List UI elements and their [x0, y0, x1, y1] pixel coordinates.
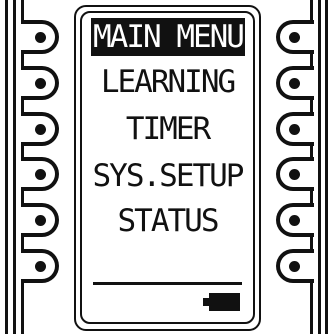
left-soft-key-2[interactable] — [21, 66, 59, 100]
left-soft-key-5[interactable] — [21, 203, 59, 237]
soft-key-dot-icon — [289, 215, 300, 226]
right-soft-key-5[interactable] — [276, 203, 314, 237]
soft-key-dot-icon — [289, 124, 300, 135]
soft-key-dot-icon — [289, 32, 300, 43]
soft-key-dot-icon — [35, 32, 46, 43]
menu-item-sys-setup[interactable]: SYS.SETUP — [86, 157, 249, 195]
soft-key-dot-icon — [289, 169, 300, 180]
battery-fill — [209, 293, 240, 311]
left-frame-rail-middle — [13, 0, 16, 334]
left-soft-key-6[interactable] — [21, 249, 59, 283]
right-frame-rail-middle — [318, 0, 321, 334]
soft-key-dot-icon — [35, 124, 46, 135]
soft-key-dot-icon — [35, 78, 46, 89]
left-frame-rail-outer — [5, 0, 8, 334]
remote-control-device: MAIN MENU LEARNING TIMER SYS.SETUP STATU… — [0, 0, 330, 334]
menu-item-timer[interactable]: TIMER — [86, 110, 249, 148]
right-frame-rail-outer — [325, 0, 328, 334]
menu-title-highlighted[interactable]: MAIN MENU — [91, 18, 245, 56]
right-soft-key-1[interactable] — [276, 20, 314, 54]
soft-key-dot-icon — [289, 78, 300, 89]
soft-key-dot-icon — [35, 169, 46, 180]
menu-item-status[interactable]: STATUS — [86, 202, 249, 240]
right-soft-key-6[interactable] — [276, 249, 314, 283]
right-soft-key-3[interactable] — [276, 112, 314, 146]
soft-key-dot-icon — [35, 261, 46, 272]
left-soft-key-1[interactable] — [21, 20, 59, 54]
soft-key-dot-icon — [289, 261, 300, 272]
right-soft-key-4[interactable] — [276, 157, 314, 191]
left-soft-key-4[interactable] — [21, 157, 59, 191]
battery-icon — [203, 293, 240, 311]
status-divider — [93, 282, 242, 285]
left-soft-key-3[interactable] — [21, 112, 59, 146]
menu-item-learning[interactable]: LEARNING — [86, 63, 249, 101]
soft-key-dot-icon — [35, 215, 46, 226]
right-soft-key-2[interactable] — [276, 66, 314, 100]
